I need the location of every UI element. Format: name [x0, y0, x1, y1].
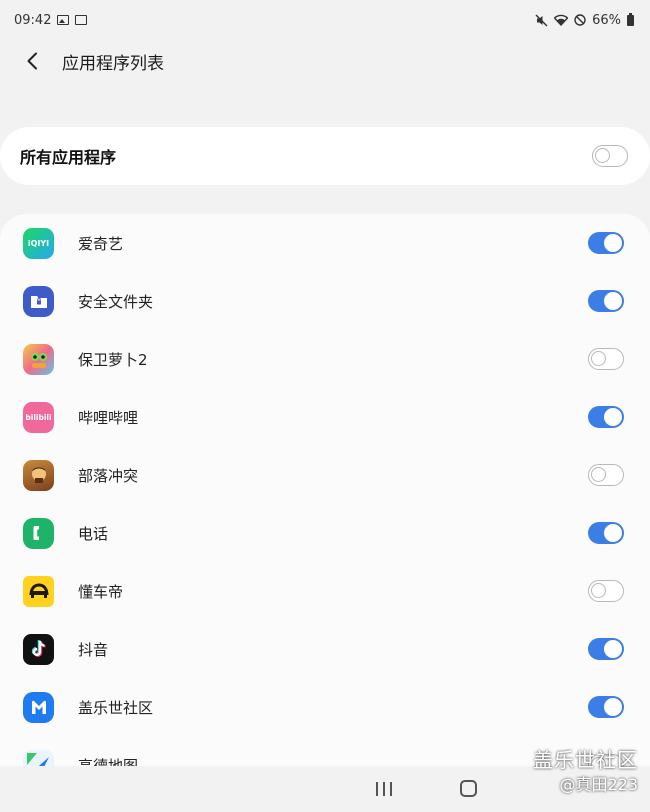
app-row-phone[interactable]: 电话: [0, 504, 650, 562]
douyin-icon: [23, 633, 54, 665]
app-row-secure-folder[interactable]: 安全文件夹: [0, 272, 650, 330]
clash-of-clans-icon: [23, 459, 54, 491]
galaxy-community-icon: [23, 691, 54, 723]
battery-percent: 66%: [592, 12, 621, 28]
app-row-clash-of-clans[interactable]: 部落冲突: [0, 446, 650, 504]
watermark-title: 盖乐世社区: [533, 748, 638, 772]
sim-notification-icon: [75, 15, 88, 25]
amap-icon: [23, 749, 54, 766]
recents-button[interactable]: [376, 782, 392, 796]
all-apps-label: 所有应用程序: [20, 148, 117, 167]
app-row-bilibili[interactable]: bilibili 哔哩哔哩: [0, 388, 650, 446]
app-name: 保卫萝卜2: [78, 350, 148, 369]
app-toggle-secure-folder[interactable]: [588, 290, 624, 312]
back-button[interactable]: [22, 49, 42, 73]
watermark-user: @真田223: [559, 775, 638, 794]
all-apps-toggle[interactable]: [592, 145, 628, 167]
status-time: 09:42: [14, 12, 52, 28]
bilibili-icon: bilibili: [23, 401, 54, 433]
app-toggle-clash-of-clans[interactable]: [588, 464, 624, 486]
page-title: 应用程序列表: [62, 53, 164, 74]
app-toggle-bilibili[interactable]: [588, 406, 624, 428]
status-bar: 09:42 66%: [0, 0, 650, 40]
gallery-notification-icon: [57, 15, 70, 25]
status-bar-left: 09:42: [14, 12, 88, 28]
app-toggle-douyin[interactable]: [588, 638, 624, 660]
app-row-iqiyi[interactable]: iQIYI 爱奇艺: [0, 214, 650, 272]
app-name: 高德地图: [78, 756, 139, 767]
app-name: 盖乐世社区: [78, 698, 154, 717]
app-toggle-dongchedi[interactable]: [588, 580, 624, 602]
app-row-dongchedi[interactable]: 懂车帝: [0, 562, 650, 620]
secure-folder-icon: [23, 285, 54, 317]
app-name: 懂车帝: [78, 582, 124, 601]
app-name: 抖音: [78, 640, 109, 659]
battery-icon: [627, 12, 634, 26]
recents-icon: [376, 782, 378, 796]
iqiyi-icon: iQIYI: [23, 227, 54, 259]
do-not-disturb-icon: [574, 14, 586, 26]
app-name: 部落冲突: [78, 466, 139, 485]
home-button[interactable]: [460, 780, 477, 797]
dongchedi-icon: [23, 575, 54, 607]
app-row-carrot-game[interactable]: 保卫萝卜2: [0, 330, 650, 388]
app-name: 哔哩哔哩: [78, 408, 139, 427]
app-row-douyin[interactable]: 抖音: [0, 620, 650, 678]
app-row-galaxy-community[interactable]: 盖乐世社区: [0, 678, 650, 736]
phone-icon: [23, 517, 54, 549]
all-apps-row[interactable]: 所有应用程序: [0, 127, 650, 185]
status-bar-right: 66%: [535, 12, 634, 28]
wifi-icon: [554, 14, 569, 26]
app-name: 爱奇艺: [78, 234, 124, 253]
app-name: 电话: [78, 524, 109, 543]
app-toggle-carrot-game[interactable]: [588, 348, 624, 370]
app-name: 安全文件夹: [78, 292, 154, 311]
chevron-left-icon: [27, 52, 37, 70]
header: 应用程序列表: [0, 40, 650, 82]
app-list: iQIYI 爱奇艺 安全文件夹 保卫萝卜2 bilibili 哔哩哔哩 部落冲突: [0, 214, 650, 766]
watermark: 盖乐世社区 @真田223: [533, 744, 638, 795]
mute-icon: [535, 14, 548, 26]
carrot-game-icon: [23, 343, 54, 375]
app-toggle-iqiyi[interactable]: [588, 232, 624, 254]
app-toggle-galaxy-community[interactable]: [588, 696, 624, 718]
app-toggle-phone[interactable]: [588, 522, 624, 544]
